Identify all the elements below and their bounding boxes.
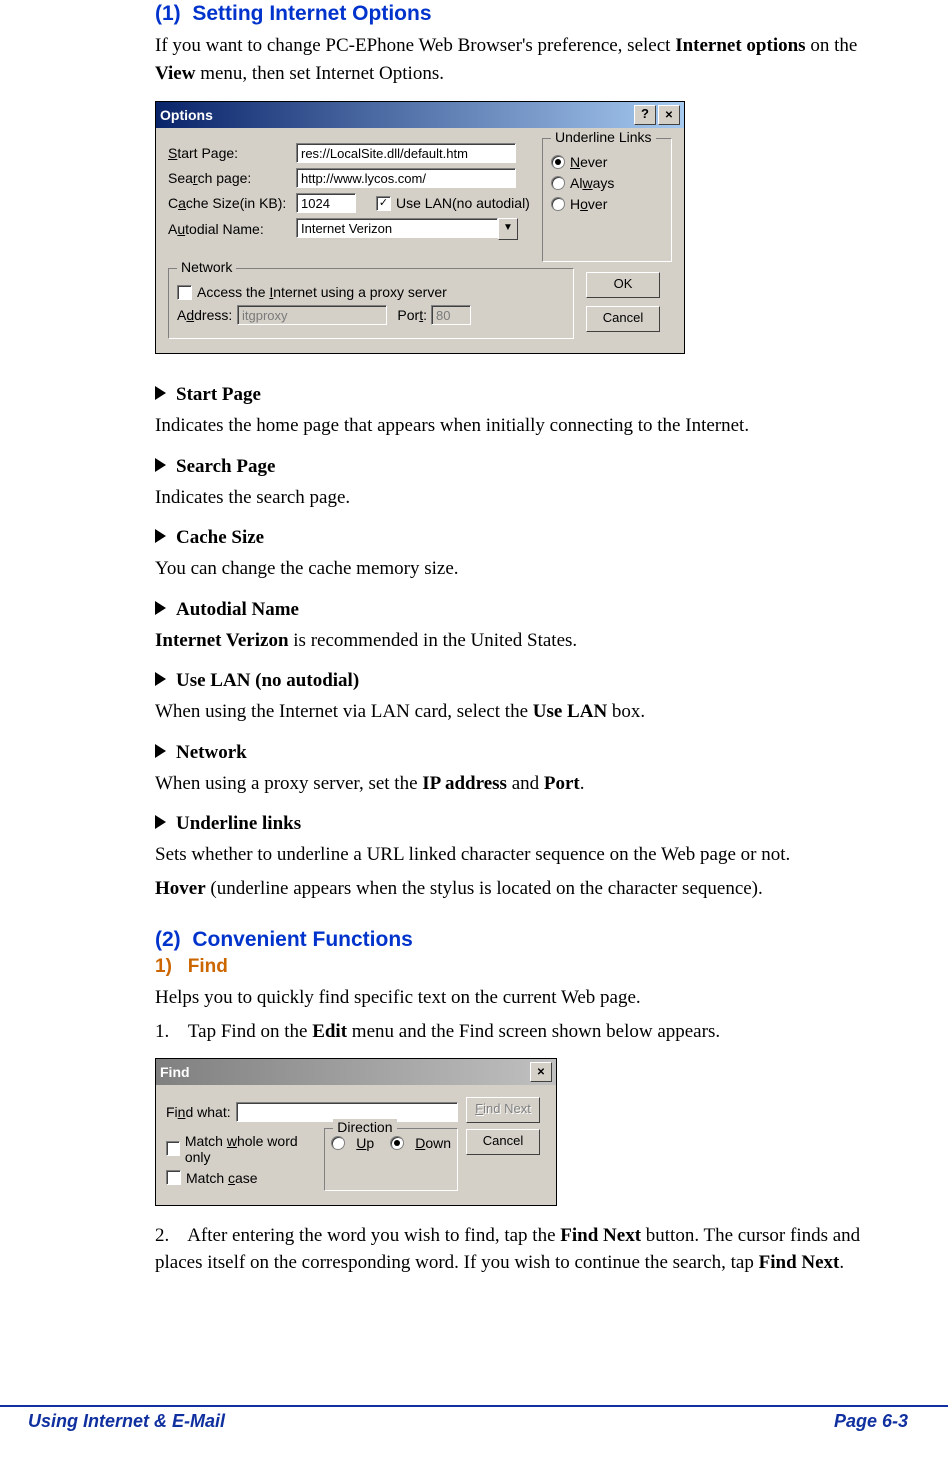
legend: Underline Links	[551, 129, 656, 145]
section1-heading: (1) Setting Internet Options	[155, 2, 898, 26]
item-underline-links: Underline links	[155, 813, 898, 835]
autodial-dropdown-button[interactable]: ▼	[498, 218, 518, 240]
direction-group: Direction Up Down	[324, 1128, 458, 1191]
legend: Network	[177, 259, 236, 275]
item-search-page: Search Page	[155, 456, 898, 478]
radio-hover[interactable]	[551, 197, 565, 211]
close-button[interactable]	[658, 105, 680, 125]
match-whole-label: Match whole word only	[185, 1133, 314, 1165]
find-cancel-button[interactable]: Cancel	[466, 1129, 540, 1155]
triangle-icon	[155, 386, 166, 400]
item-body: Internet Verizon is recommended in the U…	[155, 627, 898, 655]
find-dialog: Find Find what: Match whole word only Ma…	[155, 1058, 557, 1206]
radio-never[interactable]	[551, 155, 565, 169]
bold: View	[155, 63, 195, 84]
footer-left: Using Internet & E-Mail	[28, 1411, 225, 1432]
help-button[interactable]: ?	[634, 105, 656, 125]
find-title: Find	[160, 1064, 528, 1080]
start-page-label: SStart Page:tart Page:	[168, 145, 296, 161]
proxy-address-input[interactable]	[237, 305, 387, 325]
opt: Always	[570, 175, 614, 191]
radio-always[interactable]	[551, 176, 565, 190]
triangle-icon	[155, 744, 166, 758]
txt: menu, then set Internet Options.	[195, 63, 444, 84]
start-page-input[interactable]	[296, 143, 516, 163]
opt: Hover	[570, 196, 607, 212]
opt: Never	[570, 154, 607, 170]
title-bar: Options ?	[156, 102, 684, 128]
step2: 2. After entering the word you wish to f…	[155, 1222, 898, 1277]
page-footer: Using Internet & E-Mail Page 6-3	[0, 1405, 948, 1432]
proxy-port-input[interactable]	[431, 305, 471, 325]
options-dialog: Options ? SStart Page:tart Page: Search …	[155, 101, 685, 354]
find-what-label: Find what:	[166, 1104, 236, 1120]
item-cache-size: Cache Size	[155, 527, 898, 549]
port-label: Port:	[387, 307, 431, 323]
section2-intro: Helps you to quickly find specific text …	[155, 984, 898, 1012]
footer-right: Page 6-3	[834, 1411, 908, 1432]
search-page-label: Search page:	[168, 170, 296, 186]
item-body: When using the Internet via LAN card, se…	[155, 698, 898, 726]
item-autodial: Autodial Name	[155, 599, 898, 621]
down-label: Down	[415, 1135, 451, 1151]
autodial-label: Autodial Name:	[168, 221, 296, 237]
section2-heading: (2) Convenient Functions	[155, 928, 898, 952]
section2-sub: 1) Find	[155, 956, 898, 978]
proxy-label: Access the Internet using a proxy server	[197, 284, 447, 300]
txt: If you want to change PC-EPhone Web Brow…	[155, 35, 675, 56]
triangle-icon	[155, 529, 166, 543]
triangle-icon	[155, 672, 166, 686]
proxy-checkbox[interactable]	[177, 285, 192, 300]
use-lan-label: Use LAN(no autodial)	[396, 195, 530, 211]
cancel-button[interactable]: Cancel	[586, 306, 660, 332]
item-body: Hover (underline appears when the stylus…	[155, 875, 898, 903]
search-page-input[interactable]	[296, 168, 516, 188]
find-titlebar: Find	[156, 1059, 556, 1085]
bold: Internet options	[675, 35, 805, 56]
item-body: Indicates the search page.	[155, 484, 898, 512]
address-label: Address:	[177, 307, 237, 323]
triangle-icon	[155, 815, 166, 829]
ok-button[interactable]: OK	[586, 272, 660, 298]
section1-intro: If you want to change PC-EPhone Web Brow…	[155, 32, 898, 87]
item-network: Network	[155, 742, 898, 764]
item-use-lan: Use LAN (no autodial)	[155, 670, 898, 692]
autodial-input[interactable]	[296, 218, 498, 238]
txt: on the	[806, 35, 858, 56]
up-label: Up	[356, 1135, 374, 1151]
item-body: When using a proxy server, set the IP ad…	[155, 770, 898, 798]
radio-down[interactable]	[390, 1136, 404, 1150]
find-close-button[interactable]	[530, 1062, 552, 1082]
underline-links-group: Underline Links Never Always Hover	[542, 138, 672, 262]
use-lan-checkbox[interactable]: ✓	[376, 196, 391, 211]
radio-up[interactable]	[331, 1136, 345, 1150]
network-group: Network Access the Internet using a prox…	[168, 268, 574, 339]
cache-size-input[interactable]	[296, 193, 356, 213]
item-start-page: Start Page	[155, 384, 898, 406]
legend: Direction	[333, 1119, 396, 1135]
triangle-icon	[155, 601, 166, 615]
dialog-title: Options	[160, 107, 632, 123]
match-case-label: Match case	[186, 1170, 258, 1186]
cache-size-label: Cache Size(in KB):	[168, 195, 296, 211]
find-next-button[interactable]: Find Next	[466, 1097, 540, 1123]
match-case-checkbox[interactable]	[166, 1170, 181, 1185]
item-body: You can change the cache memory size.	[155, 555, 898, 583]
step1: 1. Tap Find on the Edit menu and the Fin…	[155, 1018, 898, 1046]
match-whole-checkbox[interactable]	[166, 1141, 180, 1156]
item-body: Sets whether to underline a URL linked c…	[155, 841, 898, 869]
item-body: Indicates the home page that appears whe…	[155, 412, 898, 440]
triangle-icon	[155, 458, 166, 472]
